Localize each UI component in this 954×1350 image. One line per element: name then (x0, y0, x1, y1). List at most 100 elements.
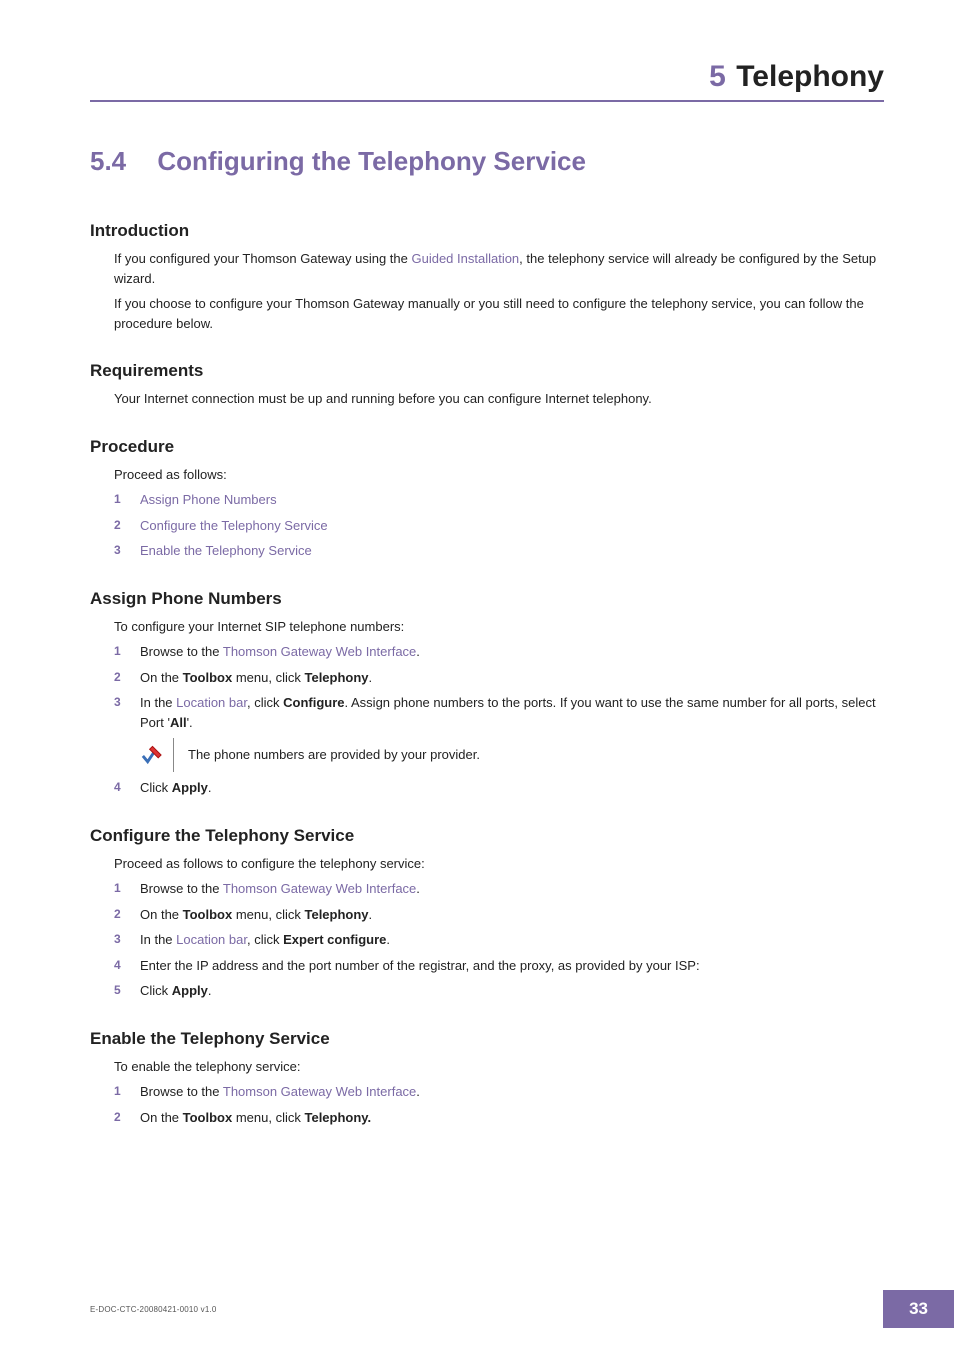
proc-list: 1 Assign Phone Numbers 2 Configure the Tel… (114, 490, 884, 561)
link-assign-phone-numbers[interactable]: Assign Phone Numbers (140, 492, 277, 507)
step-number: 3 (114, 693, 121, 711)
bold-toolbox: Toolbox (183, 907, 233, 922)
assign-body: To configure your Internet SIP telephone… (90, 617, 884, 798)
list-item: 4 Enter the IP address and the port numb… (114, 956, 884, 976)
text: . (369, 670, 373, 685)
text: Click (140, 983, 172, 998)
link-thomson-gateway-web-interface[interactable]: Thomson Gateway Web Interface (223, 644, 416, 659)
enable-body: To enable the telephony service: 1 Brows… (90, 1057, 884, 1128)
step-number: 4 (114, 778, 121, 796)
list-item: 1 Browse to the Thomson Gateway Web Inte… (114, 879, 884, 899)
text: menu, click (232, 1110, 304, 1125)
bold-apply: Apply (172, 983, 208, 998)
text: On the (140, 907, 183, 922)
list-item: 1 Assign Phone Numbers (114, 490, 884, 510)
proc-lead: Proceed as follows: (114, 465, 884, 485)
text: . (208, 983, 212, 998)
list-item: 2 On the Toolbox menu, click Telephony. (114, 668, 884, 688)
step-number: 5 (114, 981, 121, 999)
list-item: 1 Browse to the Thomson Gateway Web Inte… (114, 642, 884, 662)
link-enable-telephony-service[interactable]: Enable the Telephony Service (140, 543, 312, 558)
intro-body: If you configured your Thomson Gateway u… (90, 249, 884, 333)
cfg-list: 1 Browse to the Thomson Gateway Web Inte… (114, 879, 884, 1001)
text: Browse to the (140, 1084, 223, 1099)
bold-telephony: Telephony (304, 670, 368, 685)
heading-assign-phone-numbers: Assign Phone Numbers (90, 589, 884, 609)
list-item: 2 On the Toolbox menu, click Telephony. (114, 905, 884, 925)
cfg-lead: Proceed as follows to configure the tele… (114, 854, 884, 874)
bold-apply: Apply (172, 780, 208, 795)
step-number: 3 (114, 930, 121, 948)
section-title: 5.4 Configuring the Telephony Service (90, 146, 884, 177)
text: . (416, 881, 420, 896)
cfg-body: Proceed as follows to configure the tele… (90, 854, 884, 1001)
heading-introduction: Introduction (90, 221, 884, 241)
list-item: 4 Click Apply. (114, 778, 884, 798)
link-location-bar[interactable]: Location bar (176, 695, 247, 710)
step-number: 1 (114, 1082, 121, 1100)
proc-body: Proceed as follows: 1 Assign Phone Number… (90, 465, 884, 561)
section-name: Configuring the Telephony Service (157, 146, 586, 176)
list-item: 1 Browse to the Thomson Gateway Web Inte… (114, 1082, 884, 1102)
checkmark-pencil-icon (140, 738, 174, 772)
bold-toolbox: Toolbox (183, 670, 233, 685)
text: , click (247, 932, 283, 947)
page-number: 33 (883, 1290, 954, 1328)
link-configure-telephony-service[interactable]: Configure the Telephony Service (140, 518, 328, 533)
link-thomson-gateway-web-interface[interactable]: Thomson Gateway Web Interface (223, 881, 416, 896)
doc-code: E-DOC-CTC-20080421-0010 v1.0 (90, 1305, 217, 1314)
step-number: 2 (114, 905, 121, 923)
text: . (208, 780, 212, 795)
text: Browse to the (140, 881, 223, 896)
text: . (416, 644, 420, 659)
assign-list: 1 Browse to the Thomson Gateway Web Inte… (114, 642, 884, 798)
step-number: 2 (114, 1108, 121, 1126)
link-location-bar[interactable]: Location bar (176, 932, 247, 947)
text: Enter the IP address and the port number… (140, 958, 700, 973)
step-number: 3 (114, 541, 121, 559)
text: Browse to the (140, 644, 223, 659)
section-number: 5.4 (90, 146, 126, 176)
link-thomson-gateway-web-interface[interactable]: Thomson Gateway Web Interface (223, 1084, 416, 1099)
enable-list: 1 Browse to the Thomson Gateway Web Inte… (114, 1082, 884, 1127)
step-number: 1 (114, 642, 121, 660)
heading-configure-telephony-service: Configure the Telephony Service (90, 826, 884, 846)
text: Click (140, 780, 172, 795)
req-body: Your Internet connection must be up and … (90, 389, 884, 409)
text: On the (140, 1110, 183, 1125)
bold-toolbox: Toolbox (183, 1110, 233, 1125)
heading-requirements: Requirements (90, 361, 884, 381)
text: In the (140, 932, 176, 947)
text: On the (140, 670, 183, 685)
chapter-title: Telephony (736, 60, 884, 93)
step-number: 1 (114, 490, 121, 508)
intro-p2: If you choose to configure your Thomson … (114, 294, 884, 333)
heading-procedure: Procedure (90, 437, 884, 457)
text: In the (140, 695, 176, 710)
list-item: 5 Click Apply. (114, 981, 884, 1001)
bold-configure: Configure (283, 695, 344, 710)
link-guided-installation[interactable]: Guided Installation (411, 251, 519, 266)
list-item: 3 Enable the Telephony Service (114, 541, 884, 561)
step-number: 4 (114, 956, 121, 974)
bold-all: All (170, 715, 187, 730)
heading-enable-telephony-service: Enable the Telephony Service (90, 1029, 884, 1049)
step-number: 2 (114, 668, 121, 686)
step-number: 2 (114, 516, 121, 534)
assign-lead: To configure your Internet SIP telephone… (114, 617, 884, 637)
step-number: 1 (114, 879, 121, 897)
text: menu, click (232, 907, 304, 922)
chapter-number: 5 (709, 60, 726, 93)
bold-telephony: Telephony. (304, 1110, 371, 1125)
chapter-header: 5 Telephony (90, 60, 884, 102)
text: menu, click (232, 670, 304, 685)
text: , click (247, 695, 283, 710)
list-item: 3 In the Location bar, click Configure. … (114, 693, 884, 772)
text: . (416, 1084, 420, 1099)
text: '. (187, 715, 193, 730)
bold-expert-configure: Expert configure (283, 932, 386, 947)
list-item: 2 On the Toolbox menu, click Telephony. (114, 1108, 884, 1128)
list-item: 3 In the Location bar, click Expert conf… (114, 930, 884, 950)
list-item: 2 Configure the Telephony Service (114, 516, 884, 536)
text: If you configured your Thomson Gateway u… (114, 251, 411, 266)
